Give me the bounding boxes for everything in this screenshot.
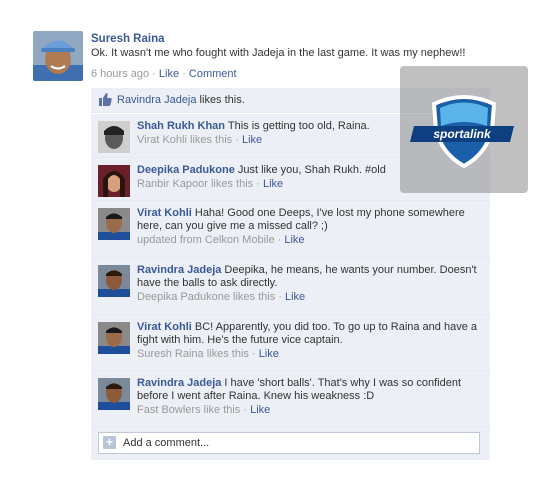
post-meta: 6 hours ago · Like · Comment — [91, 68, 237, 80]
commenter-name-link[interactable]: Ravindra Jadeja — [137, 264, 221, 276]
comment-like-link[interactable]: Like — [263, 178, 283, 190]
comment-text: Just like you, Shah Rukh. #old — [234, 164, 386, 176]
comment-item: Ravindra Jadeja I have 'short balls'. Th… — [91, 371, 490, 427]
post-like-link[interactable]: Like — [159, 68, 179, 80]
post-author-name[interactable]: Suresh Raina — [91, 33, 165, 45]
post-timestamp: 6 hours ago — [91, 68, 150, 80]
likes-suffix: likes this. — [196, 94, 245, 106]
thumbs-up-icon — [99, 93, 112, 106]
separator: · — [182, 68, 186, 80]
comment-like-link[interactable]: Like — [284, 234, 304, 246]
commenter-name-link[interactable]: Deepika Padukone — [137, 164, 235, 176]
comment-like-link[interactable]: Like — [259, 348, 279, 360]
comment-meta: Deepika Padukone likes this · Like — [137, 291, 485, 304]
comment-like-link[interactable]: Like — [242, 134, 262, 146]
commenter-name-link[interactable]: Ravindra Jadeja — [137, 377, 221, 389]
add-comment-input[interactable]: + Add a comment... — [98, 432, 480, 454]
comment-item: Ravindra Jadeja Deepika, he means, he wa… — [91, 258, 490, 315]
comment-meta-text: Fast Bowlers like this — [137, 404, 241, 416]
comment-body: Ravindra Jadeja I have 'short balls'. Th… — [137, 377, 485, 417]
add-comment-row: + Add a comment... — [91, 427, 490, 460]
comment-body: Virat Kohli Haha! Good one Deeps, I've l… — [137, 207, 485, 247]
comment-meta-text: Ranbir Kapoor likes this — [137, 178, 254, 190]
separator: · — [256, 178, 260, 190]
shield-logo-icon: sportalink — [410, 95, 514, 169]
commenter-name-link[interactable]: Shah Rukh Khan — [137, 120, 225, 132]
commenter-avatar[interactable] — [98, 378, 130, 410]
liker-name-link[interactable]: Ravindra Jadeja — [117, 94, 197, 106]
comment-text: This is getting too old, Raina. — [225, 120, 370, 132]
comment-like-link[interactable]: Like — [285, 291, 305, 303]
comment-item: Virat Kohli BC! Apparently, you did too.… — [91, 315, 490, 371]
comment-body: Ravindra Jadeja Deepika, he means, he wa… — [137, 264, 485, 304]
comment-meta-text: Virat Kohli likes this — [137, 134, 233, 146]
comment-plus-icon: + — [103, 436, 116, 449]
comment-meta: updated from Celkon Mobile · Like — [137, 234, 485, 247]
comment-item: Virat Kohli Haha! Good one Deeps, I've l… — [91, 201, 490, 258]
commenter-name-link[interactable]: Virat Kohli — [137, 321, 192, 333]
comment-meta-text: updated from Celkon Mobile — [137, 234, 275, 246]
separator: · — [235, 134, 239, 146]
sportalink-watermark: sportalink — [400, 66, 528, 193]
commenter-avatar[interactable] — [98, 265, 130, 297]
comment-meta-text: Suresh Raina likes this — [137, 348, 249, 360]
separator: · — [277, 234, 282, 246]
separator: · — [243, 404, 248, 416]
post-comment-link[interactable]: Comment — [189, 68, 237, 80]
post-text: Ok. It wasn't me who fought with Jadeja … — [91, 47, 466, 59]
commenter-name-link[interactable]: Virat Kohli — [137, 207, 192, 219]
comment-meta: Suresh Raina likes this · Like — [137, 348, 485, 361]
commenter-avatar[interactable] — [98, 322, 130, 354]
comment-like-link[interactable]: Like — [250, 404, 270, 416]
separator: · — [152, 68, 156, 80]
separator: · — [278, 291, 282, 303]
comment-meta: Fast Bowlers like this · Like — [137, 404, 485, 417]
comment-meta-text: Deepika Padukone likes this — [137, 291, 276, 303]
likes-text: Ravindra Jadeja likes this. — [117, 94, 245, 106]
add-comment-placeholder: Add a comment... — [123, 437, 210, 449]
commenter-avatar[interactable] — [98, 208, 130, 240]
commenter-avatar[interactable] — [98, 165, 130, 197]
comment-body: Virat Kohli BC! Apparently, you did too.… — [137, 321, 485, 361]
commenter-avatar[interactable] — [98, 121, 130, 153]
watermark-brand-text: sportalink — [433, 127, 492, 141]
separator: · — [251, 348, 256, 360]
post-author-avatar[interactable] — [33, 31, 83, 81]
